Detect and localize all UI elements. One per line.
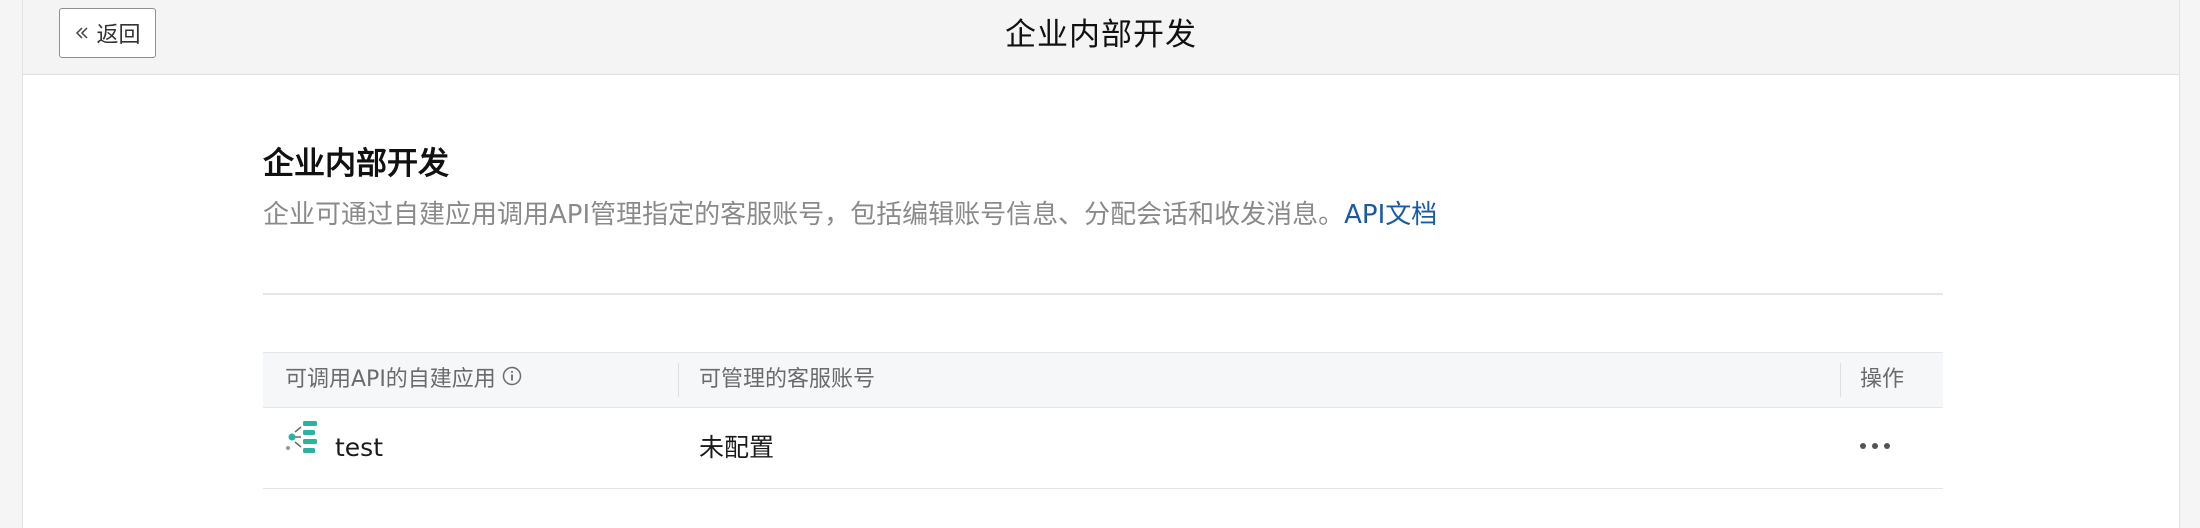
page-frame: 返回 企业内部开发 企业内部开发 企业可通过自建应用调用API管理指定的客服账号… xyxy=(22,0,2180,528)
app-cell[interactable]: test xyxy=(285,408,383,488)
column-separator xyxy=(678,363,679,397)
info-icon[interactable] xyxy=(502,353,522,407)
column-header-actions: 操作 xyxy=(1860,367,1905,392)
description-text: 企业可通过自建应用调用API管理指定的客服账号，包括编辑账号信息、分配会话和收发… xyxy=(263,200,1345,230)
app-logo-icon xyxy=(285,408,323,488)
app-name: test xyxy=(335,433,384,462)
column-separator xyxy=(1840,363,1841,397)
more-icon[interactable] xyxy=(1855,436,1895,456)
page-title: 企业内部开发 xyxy=(1005,17,1197,53)
section-divider xyxy=(263,293,1943,295)
app-table: 可调用API的自建应用 可管理的客服账号 操作 test 未配置 xyxy=(263,352,1943,489)
table-header: 可调用API的自建应用 可管理的客服账号 操作 xyxy=(263,352,1943,408)
section-description: 企业可通过自建应用调用API管理指定的客服账号，包括编辑账号信息、分配会话和收发… xyxy=(263,194,1437,231)
column-header-app: 可调用API的自建应用 xyxy=(285,353,522,407)
section-title: 企业内部开发 xyxy=(263,146,449,182)
table-row: test 未配置 xyxy=(263,408,1943,489)
api-doc-link[interactable]: API文档 xyxy=(1344,200,1437,230)
column-header-accounts: 可管理的客服账号 xyxy=(699,367,876,392)
top-bar: 返回 企业内部开发 xyxy=(23,0,2179,75)
accounts-cell: 未配置 xyxy=(699,433,775,462)
